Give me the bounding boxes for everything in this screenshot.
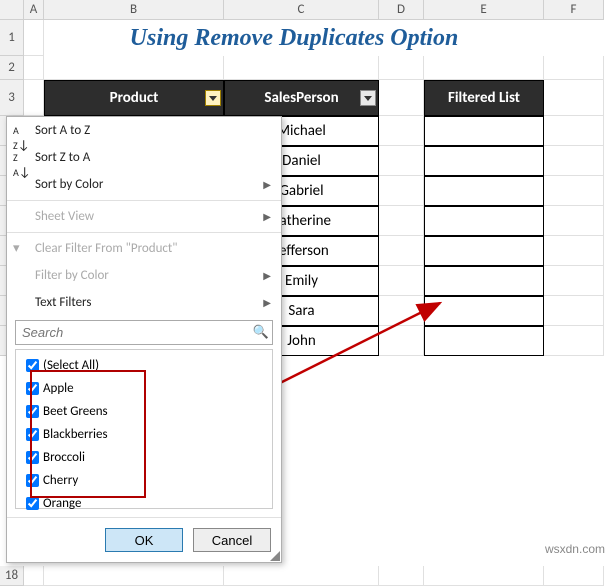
checkbox-broccoli[interactable] bbox=[26, 451, 39, 464]
sort-az-label: Sort A to Z bbox=[35, 123, 90, 138]
col-header-F[interactable]: F bbox=[544, 0, 604, 20]
header-salesperson-label: SalesPerson bbox=[264, 89, 338, 107]
chevron-right-icon: ▶ bbox=[263, 296, 271, 309]
sort-za-label: Sort Z to A bbox=[35, 150, 90, 165]
header-product[interactable]: Product bbox=[44, 80, 224, 116]
resize-grip-icon[interactable] bbox=[270, 551, 280, 561]
sort-za-icon: ZA↓ bbox=[13, 150, 29, 166]
clear-filter-label: Clear Filter From "Product" bbox=[35, 241, 177, 256]
filter-dropdown-product[interactable] bbox=[205, 90, 221, 106]
checkbox-blackberries[interactable] bbox=[26, 428, 39, 441]
cell-e11[interactable] bbox=[424, 326, 544, 356]
sort-by-color[interactable]: Sort by Color ▶ bbox=[7, 171, 281, 198]
cancel-button[interactable]: Cancel bbox=[193, 528, 271, 552]
filter-item-blackberries[interactable]: Blackberries bbox=[18, 423, 270, 446]
sort-az-icon: AZ↓ bbox=[13, 123, 29, 139]
col-header-D[interactable]: D bbox=[379, 0, 424, 20]
checkbox-beet-greens[interactable] bbox=[26, 405, 39, 418]
clear-filter: ▾ Clear Filter From "Product" bbox=[7, 235, 281, 262]
filter-item-orange[interactable]: Orange bbox=[18, 492, 270, 515]
row-header-1[interactable]: 1 bbox=[0, 20, 24, 56]
row-header-3[interactable]: 3 bbox=[0, 80, 24, 116]
cell-e9[interactable] bbox=[424, 266, 544, 296]
sheet-view-label: Sheet View bbox=[35, 209, 94, 224]
filter-by-color: Filter by Color ▶ bbox=[7, 262, 281, 289]
sheet-view: Sheet View ▶ bbox=[7, 203, 281, 230]
checkbox-orange[interactable] bbox=[26, 497, 39, 510]
header-filtered-label: Filtered List bbox=[448, 89, 520, 107]
text-filters[interactable]: Text Filters ▶ bbox=[7, 289, 281, 316]
cell-e8[interactable] bbox=[424, 236, 544, 266]
select-all-corner[interactable] bbox=[0, 0, 24, 20]
col-header-A[interactable]: A bbox=[24, 0, 44, 20]
text-filters-label: Text Filters bbox=[35, 295, 91, 310]
chevron-right-icon: ▶ bbox=[263, 178, 271, 191]
cell-e10[interactable] bbox=[424, 296, 544, 326]
sort-az[interactable]: AZ↓ Sort A to Z bbox=[7, 117, 281, 144]
page-title: Using Remove Duplicates Option bbox=[44, 20, 544, 56]
cell-e5[interactable] bbox=[424, 146, 544, 176]
filter-search-input[interactable] bbox=[16, 321, 250, 344]
filter-item-cherry[interactable]: Cherry bbox=[18, 469, 270, 492]
col-header-E[interactable]: E bbox=[424, 0, 544, 20]
filter-by-color-label: Filter by Color bbox=[35, 268, 109, 283]
checkbox-cherry[interactable] bbox=[26, 474, 39, 487]
filter-item-select-all[interactable]: (Select All) bbox=[18, 354, 270, 377]
chevron-right-icon: ▶ bbox=[263, 210, 271, 223]
header-product-label: Product bbox=[110, 89, 159, 107]
filter-search-box[interactable]: 🔍 bbox=[15, 320, 273, 345]
col-header-B[interactable]: B bbox=[44, 0, 224, 20]
filter-item-beet-greens[interactable]: Beet Greens bbox=[18, 400, 270, 423]
cell-e7[interactable] bbox=[424, 206, 544, 236]
chevron-right-icon: ▶ bbox=[263, 269, 271, 282]
filter-values-list[interactable]: (Select All) Apple Beet Greens Blackberr… bbox=[15, 349, 273, 509]
sort-by-color-label: Sort by Color bbox=[35, 177, 103, 192]
ok-button[interactable]: OK bbox=[105, 528, 183, 552]
row-header-18[interactable]: 18 bbox=[0, 566, 24, 586]
cell-e6[interactable] bbox=[424, 176, 544, 206]
search-icon: 🔍 bbox=[250, 321, 272, 344]
filter-item-apple[interactable]: Apple bbox=[18, 377, 270, 400]
header-filtered: Filtered List bbox=[424, 80, 544, 116]
funnel-clear-icon: ▾ bbox=[13, 241, 29, 257]
sort-za[interactable]: ZA↓ Sort Z to A bbox=[7, 144, 281, 171]
checkbox-select-all[interactable] bbox=[26, 359, 39, 372]
cell-e4[interactable] bbox=[424, 116, 544, 146]
filter-dropdown-salesperson[interactable] bbox=[360, 90, 376, 106]
row-header-2[interactable]: 2 bbox=[0, 56, 24, 80]
filter-item-broccoli[interactable]: Broccoli bbox=[18, 446, 270, 469]
header-salesperson[interactable]: SalesPerson bbox=[224, 80, 379, 116]
checkbox-apple[interactable] bbox=[26, 382, 39, 395]
col-header-C[interactable]: C bbox=[224, 0, 379, 20]
watermark: wsxdn.com bbox=[545, 542, 605, 556]
autofilter-menu: AZ↓ Sort A to Z ZA↓ Sort Z to A Sort by … bbox=[6, 116, 282, 563]
